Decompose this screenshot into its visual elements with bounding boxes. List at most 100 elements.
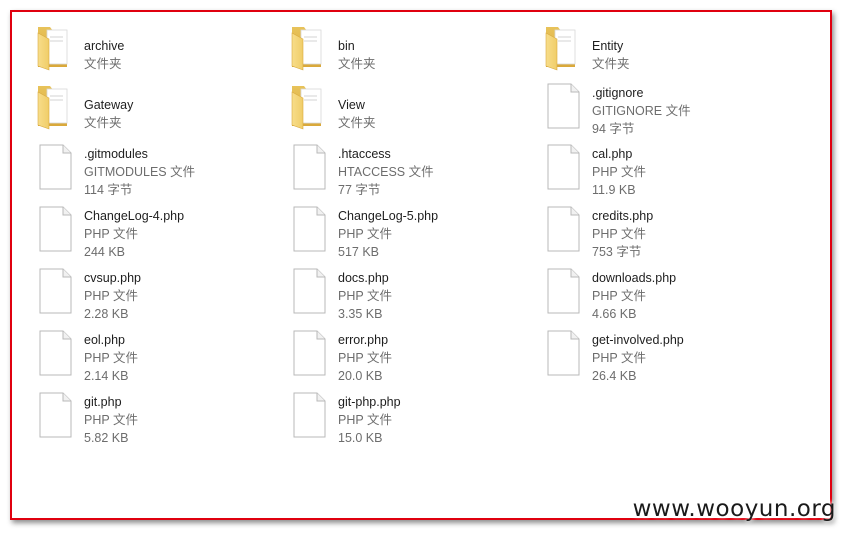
- file-icon: [542, 82, 586, 130]
- watermark: www.wooyun.org: [632, 496, 836, 522]
- item-name: bin: [338, 39, 355, 53]
- file-icon: [34, 329, 78, 377]
- item-size: 20.0 KB: [338, 369, 383, 383]
- item-details: .htaccess HTACCESS 文件 77 字节: [338, 145, 518, 199]
- item-type: PHP 文件: [84, 413, 138, 427]
- item-size: 11.9 KB: [592, 183, 636, 197]
- item-size: 244 KB: [84, 245, 126, 259]
- item-type: PHP 文件: [84, 227, 138, 241]
- item-type: 文件夹: [592, 57, 630, 71]
- item-details: downloads.php PHP 文件 4.66 KB: [592, 269, 772, 323]
- item-name: downloads.php: [592, 271, 677, 285]
- item-details: ChangeLog-5.php PHP 文件 517 KB: [338, 207, 518, 261]
- item-type: PHP 文件: [592, 351, 646, 365]
- file-icon: [542, 267, 586, 315]
- item-name: git.php: [84, 395, 122, 409]
- file-item[interactable]: .gitignore GITIGNORE 文件 94 字节: [542, 82, 772, 138]
- file-item[interactable]: ChangeLog-4.php PHP 文件 244 KB: [34, 205, 264, 261]
- item-size: 94 字节: [592, 122, 635, 136]
- item-size: 5.82 KB: [84, 431, 129, 445]
- item-name: .htaccess: [338, 147, 391, 161]
- item-type: PHP 文件: [592, 227, 646, 241]
- item-size: 26.4 KB: [592, 369, 637, 383]
- item-name: error.php: [338, 333, 389, 347]
- item-type: PHP 文件: [592, 165, 646, 179]
- item-details: credits.php PHP 文件 753 字节: [592, 207, 772, 261]
- item-name: eol.php: [84, 333, 126, 347]
- file-icon: [542, 143, 586, 191]
- folder-icon: [542, 23, 586, 71]
- item-name: ChangeLog-4.php: [84, 209, 185, 223]
- item-type: GITIGNORE 文件: [592, 104, 691, 118]
- file-icon: [288, 267, 332, 315]
- file-item[interactable]: credits.php PHP 文件 753 字节: [542, 205, 772, 261]
- item-name: credits.php: [592, 209, 654, 223]
- item-details: get-involved.php PHP 文件 26.4 KB: [592, 331, 772, 385]
- file-item[interactable]: git-php.php PHP 文件 15.0 KB: [288, 391, 518, 447]
- item-type: HTACCESS 文件: [338, 165, 434, 179]
- folder-item[interactable]: bin 文件夹: [288, 23, 518, 79]
- item-details: Entity 文件夹: [592, 37, 772, 73]
- file-icon: [542, 329, 586, 377]
- item-type: 文件夹: [338, 116, 376, 130]
- file-icon: [288, 391, 332, 439]
- item-details: eol.php PHP 文件 2.14 KB: [84, 331, 264, 385]
- item-size: 77 字节: [338, 183, 381, 197]
- item-type: 文件夹: [84, 116, 122, 130]
- file-item[interactable]: error.php PHP 文件 20.0 KB: [288, 329, 518, 385]
- item-name: archive: [84, 39, 125, 53]
- item-name: ChangeLog-5.php: [338, 209, 439, 223]
- file-item[interactable]: get-involved.php PHP 文件 26.4 KB: [542, 329, 772, 385]
- item-details: bin 文件夹: [338, 37, 518, 73]
- item-details: error.php PHP 文件 20.0 KB: [338, 331, 518, 385]
- folder-icon: [288, 82, 332, 130]
- item-name: Entity: [592, 39, 624, 53]
- item-type: GITMODULES 文件: [84, 165, 196, 179]
- item-size: 517 KB: [338, 245, 380, 259]
- item-size: 2.14 KB: [84, 369, 129, 383]
- item-name: git-php.php: [338, 395, 401, 409]
- folder-icon: [34, 23, 78, 71]
- item-type: 文件夹: [338, 57, 376, 71]
- file-item[interactable]: git.php PHP 文件 5.82 KB: [34, 391, 264, 447]
- file-item[interactable]: docs.php PHP 文件 3.35 KB: [288, 267, 518, 323]
- folder-item[interactable]: Entity 文件夹: [542, 23, 772, 79]
- folder-item[interactable]: View 文件夹: [288, 82, 518, 138]
- folder-item[interactable]: Gateway 文件夹: [34, 82, 264, 138]
- item-name: cvsup.php: [84, 271, 141, 285]
- file-explorer-panel: archive 文件夹 bin 文件夹 Entity 文件夹 Gateway 文…: [10, 10, 832, 520]
- item-size: 114 字节: [84, 183, 133, 197]
- item-type: PHP 文件: [592, 289, 646, 303]
- item-size: 2.28 KB: [84, 307, 129, 321]
- item-type: PHP 文件: [84, 289, 138, 303]
- file-item[interactable]: eol.php PHP 文件 2.14 KB: [34, 329, 264, 385]
- item-details: archive 文件夹: [84, 37, 264, 73]
- file-item[interactable]: .htaccess HTACCESS 文件 77 字节: [288, 143, 518, 199]
- file-icon: [34, 205, 78, 253]
- item-details: cal.php PHP 文件 11.9 KB: [592, 145, 772, 199]
- file-icon: [34, 267, 78, 315]
- file-icon: [34, 143, 78, 191]
- file-item[interactable]: ChangeLog-5.php PHP 文件 517 KB: [288, 205, 518, 261]
- item-details: Gateway 文件夹: [84, 96, 264, 132]
- folder-item[interactable]: archive 文件夹: [34, 23, 264, 79]
- file-icon: [288, 329, 332, 377]
- item-size: 15.0 KB: [338, 431, 383, 445]
- file-item[interactable]: .gitmodules GITMODULES 文件 114 字节: [34, 143, 264, 199]
- item-name: get-involved.php: [592, 333, 684, 347]
- item-size: 3.35 KB: [338, 307, 383, 321]
- item-name: View: [338, 98, 365, 112]
- file-item[interactable]: downloads.php PHP 文件 4.66 KB: [542, 267, 772, 323]
- item-details: git.php PHP 文件 5.82 KB: [84, 393, 264, 447]
- file-icon: [34, 391, 78, 439]
- item-type: PHP 文件: [338, 289, 392, 303]
- item-name: .gitignore: [592, 86, 644, 100]
- folder-icon: [288, 23, 332, 71]
- item-details: .gitmodules GITMODULES 文件 114 字节: [84, 145, 264, 199]
- item-type: PHP 文件: [338, 413, 392, 427]
- item-details: ChangeLog-4.php PHP 文件 244 KB: [84, 207, 264, 261]
- file-item[interactable]: cal.php PHP 文件 11.9 KB: [542, 143, 772, 199]
- item-details: git-php.php PHP 文件 15.0 KB: [338, 393, 518, 447]
- item-name: Gateway: [84, 98, 134, 112]
- file-item[interactable]: cvsup.php PHP 文件 2.28 KB: [34, 267, 264, 323]
